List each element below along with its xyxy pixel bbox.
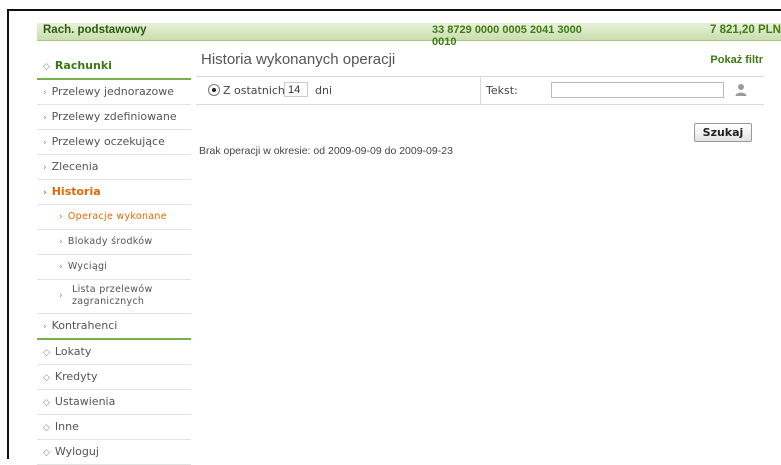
chevron-bullet-icon: ›	[43, 322, 47, 332]
days-unit-label: dni	[315, 84, 333, 97]
sidebar-item-przelewy-zdefiniowane[interactable]: › Przelewy zdefiniowane	[37, 105, 191, 130]
sidebar-group-label: Kredyty	[54, 370, 98, 383]
sidebar-subitem-blokady-srodkow[interactable]: › Blokady środków	[37, 230, 191, 255]
chevron-bullet-icon: ›	[59, 291, 63, 301]
sidebar-subitem-wyciagi[interactable]: › Wyciągi	[37, 255, 191, 280]
chevron-bullet-icon: ›	[43, 138, 47, 148]
chevron-bullet-icon: ›	[43, 163, 47, 173]
account-name: Rach. podstawowy	[43, 24, 147, 36]
sidebar-section-label: Rachunki	[54, 59, 112, 72]
sidebar-group-kredyty[interactable]: ◇ Kredyty	[37, 365, 191, 390]
chevron-bullet-icon: ›	[43, 188, 47, 198]
sidebar-group-label: Wyloguj	[54, 445, 99, 458]
chevron-bullet-icon: ›	[59, 237, 63, 247]
sidebar-item-label: Przelewy jednorazowe	[51, 85, 174, 98]
sidebar-item-label: Kontrahenci	[51, 319, 118, 332]
sidebar-item-kontrahenci[interactable]: › Kontrahenci	[37, 314, 191, 340]
sidebar-item-historia[interactable]: › Historia	[37, 180, 191, 205]
show-filter-link[interactable]: Pokaż filtr	[710, 54, 763, 66]
chevron-bullet-icon: ›	[43, 88, 47, 98]
sidebar-group-label: Lokaty	[54, 345, 92, 358]
diamond-bullet-icon: ◇	[43, 373, 50, 383]
diamond-bullet-icon: ◇	[43, 448, 50, 458]
page-title: Historia wykonanych operacji	[201, 51, 396, 68]
sidebar-section-rachunki[interactable]: ◇ Rachunki	[37, 54, 191, 80]
sidebar-group-wyloguj[interactable]: ◇ Wyloguj	[37, 440, 191, 465]
chevron-bullet-icon: ›	[59, 212, 63, 222]
sidebar-item-przelewy-oczekujace[interactable]: › Przelewy oczekujące	[37, 130, 191, 155]
sidebar-group-label: Inne	[54, 420, 79, 433]
sidebar-item-zlecenia[interactable]: › Zlecenia	[37, 155, 191, 180]
filter-row: Z ostatnich: dni Tekst:	[196, 76, 764, 105]
diamond-bullet-icon: ◇	[43, 348, 50, 358]
person-icon[interactable]	[734, 83, 748, 97]
sidebar-item-label: Przelewy zdefiniowane	[51, 110, 177, 123]
sidebar: ◇ Rachunki › Przelewy jednorazowe › Przelew…	[37, 54, 191, 465]
sidebar-item-label: Zlecenia	[51, 160, 99, 173]
chevron-bullet-icon: ›	[59, 262, 63, 272]
sidebar-subitem-label: Blokady środków	[67, 236, 153, 247]
sidebar-group-inne[interactable]: ◇ Inne	[37, 415, 191, 440]
filter-divider	[480, 77, 481, 104]
sidebar-item-przelewy-jednorazowe[interactable]: › Przelewy jednorazowe	[37, 80, 191, 105]
sidebar-subitem-label: Operacje wykonane	[67, 211, 167, 222]
days-input[interactable]	[284, 82, 308, 97]
diamond-bullet-icon: ◇	[43, 398, 50, 408]
sidebar-group-lokaty[interactable]: ◇ Lokaty	[37, 340, 191, 365]
sidebar-item-label: Historia	[51, 185, 101, 198]
sidebar-group-label: Ustawienia	[54, 395, 116, 408]
sidebar-subitem-label: Lista przelewów zagranicznych	[72, 284, 153, 307]
diamond-bullet-icon: ◇	[43, 423, 50, 433]
sidebar-subitem-lista-przelewow-zagranicznych[interactable]: › Lista przelewów zagranicznych	[37, 280, 191, 314]
main-content: Historia wykonanych operacji Pokaż filtr…	[196, 40, 781, 459]
account-bar: Rach. podstawowy 33 8729 0000 0005 2041 …	[37, 23, 781, 48]
account-balance: 7 821,20 PLN	[710, 24, 781, 36]
sidebar-group-ustawienia[interactable]: ◇ Ustawienia	[37, 390, 191, 415]
sidebar-item-label: Przelewy oczekujące	[51, 135, 165, 148]
sidebar-subitem-operacje-wykonane[interactable]: › Operacje wykonane	[37, 205, 191, 230]
text-filter-label: Tekst:	[486, 84, 518, 97]
last-days-radio[interactable]	[208, 84, 220, 96]
window-frame-top	[7, 9, 781, 11]
last-days-label: Z ostatnich:	[223, 84, 289, 97]
chevron-bullet-icon: ›	[43, 113, 47, 123]
no-operations-message: Brak operacji w okresie: od 2009-09-09 d…	[199, 145, 453, 157]
text-filter-input[interactable]	[551, 82, 724, 98]
sidebar-subitem-label: Wyciągi	[67, 261, 108, 272]
window-frame-left	[7, 9, 9, 459]
diamond-bullet-icon: ◇	[43, 62, 50, 72]
search-button[interactable]: Szukaj	[694, 123, 752, 142]
